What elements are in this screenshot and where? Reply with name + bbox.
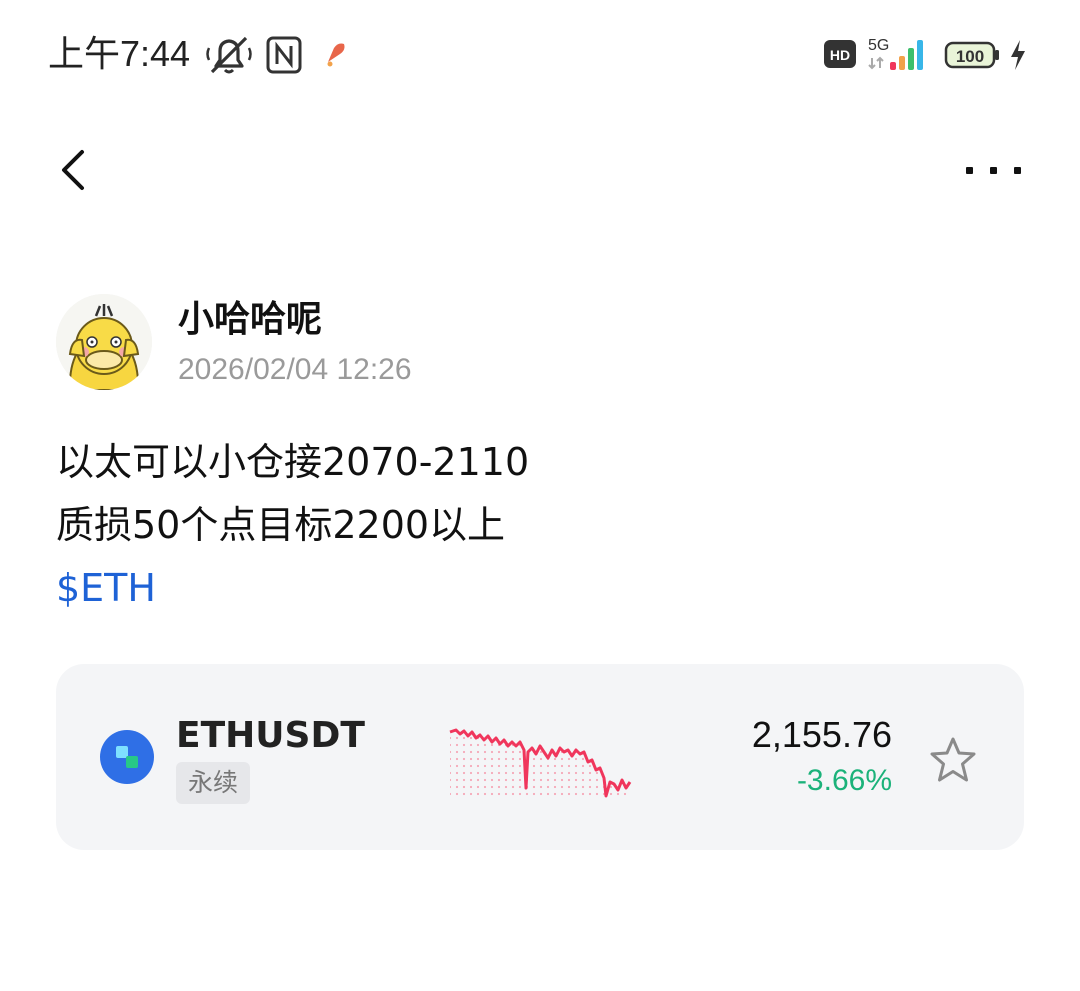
post-timestamp: 2026/02/04 12:26 xyxy=(178,353,412,386)
post-text-line-2: 质损50个点目标2200以上 xyxy=(56,503,506,547)
contract-type-badge: 永续 xyxy=(176,762,251,804)
nfc-icon xyxy=(266,36,302,74)
ticker-symbol: ETHUSDT xyxy=(176,715,365,756)
more-options-button[interactable] xyxy=(952,150,1032,190)
more-dots-icon xyxy=(966,167,1021,174)
avatar[interactable] xyxy=(56,294,152,390)
ticker-change-percent: -3.66% xyxy=(796,764,892,797)
status-time: 上午7:44 xyxy=(48,33,191,74)
battery-icon: 100 xyxy=(944,41,999,69)
app-notification-icon xyxy=(327,43,345,67)
bell-muted-icon xyxy=(206,36,252,74)
cashtag-link[interactable]: $ETH xyxy=(56,562,156,614)
chevron-left-icon xyxy=(62,150,84,190)
favorite-button[interactable] xyxy=(928,736,978,784)
ticker-price: 2,155.76 xyxy=(751,714,892,755)
post-text-line-1: 以太可以小仓接2070-2110 xyxy=(56,440,530,484)
author-name[interactable]: 小哈哈呢 xyxy=(178,296,322,344)
coin-logo-icon xyxy=(100,730,154,784)
star-outline-icon xyxy=(930,737,976,782)
back-button[interactable] xyxy=(44,140,104,200)
svg-text:HD: HD xyxy=(830,47,850,63)
hd-icon: HD xyxy=(824,40,856,68)
svg-text:100: 100 xyxy=(956,47,984,66)
price-sparkline xyxy=(449,728,632,798)
charging-icon xyxy=(1011,40,1025,70)
svg-text:5G: 5G xyxy=(868,37,889,54)
signal-icon: 5G xyxy=(868,37,923,70)
duck-avatar-image xyxy=(56,294,152,390)
